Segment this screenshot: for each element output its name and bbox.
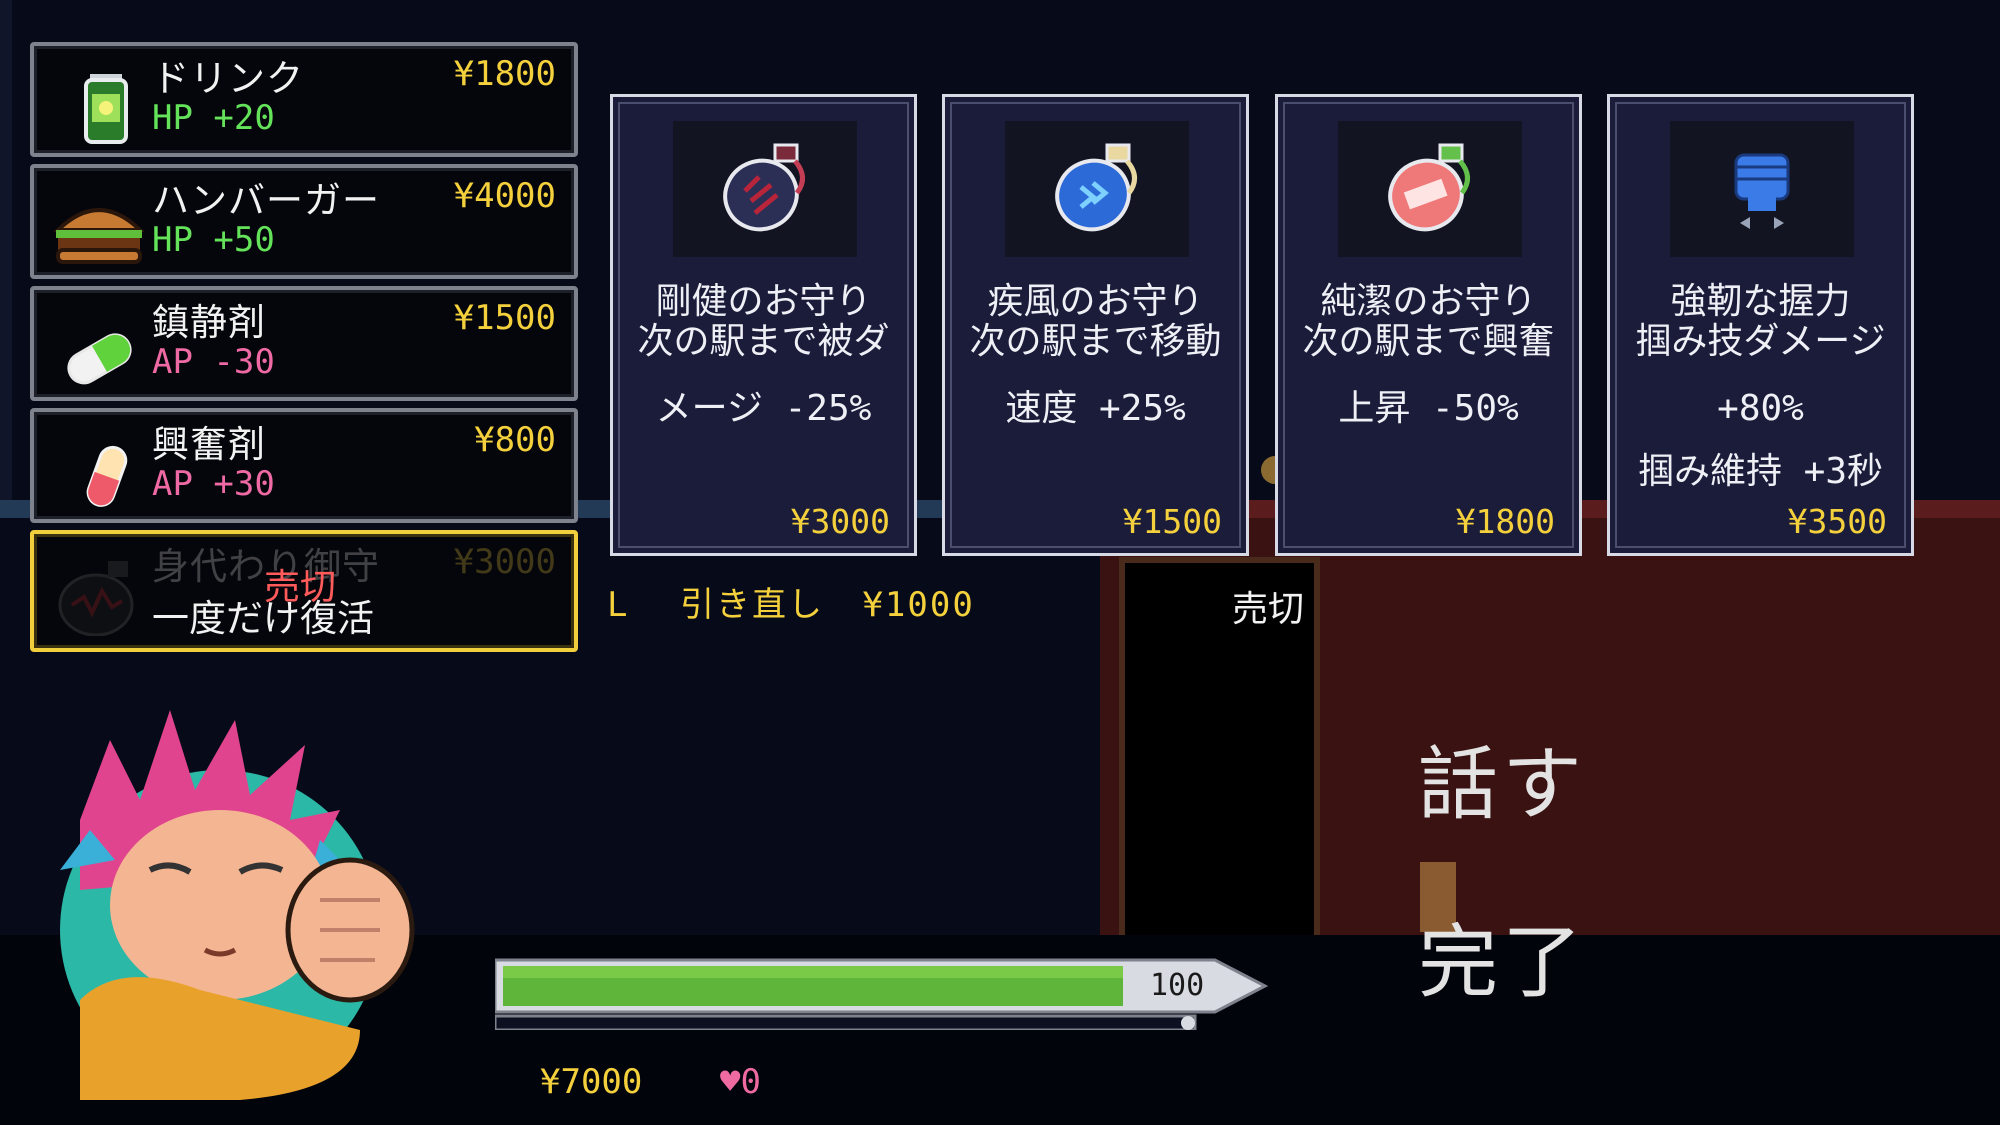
card-image-box <box>673 121 857 257</box>
reroll-price: ¥1000 <box>862 585 975 625</box>
character-portrait <box>60 710 415 1100</box>
item-effect: 一度だけ復活 <box>152 597 374 640</box>
hamburger-icon <box>53 208 145 264</box>
item-name: ハンバーガー <box>152 179 380 222</box>
charm-card-grip[interactable]: 強靭な握力 掴み技ダメージ +80% 掴み維持 +3秒 ¥3500 <box>1607 94 1914 556</box>
shop-item-sedative[interactable]: 鎮静剤 ¥1500 AP -30 <box>30 286 578 401</box>
charm-card-purity[interactable]: 純潔のお守り 次の駅まで興奮 上昇 -50% ¥1800 <box>1275 94 1582 556</box>
card-image-box <box>1670 121 1854 257</box>
card-desc-line: +80% <box>1717 388 1804 429</box>
green-pill-icon <box>67 333 132 385</box>
card-title: 剛健のお守り <box>655 281 872 322</box>
sold-out-label: 売切 <box>1232 589 1305 630</box>
heart-counter: ♥0 <box>720 1062 761 1102</box>
card-title: 純潔のお守り <box>1320 281 1537 322</box>
item-name: 鎮静剤 <box>152 301 266 344</box>
shop-item-hamburger[interactable]: ハンバーガー ¥4000 HP +50 <box>30 164 578 279</box>
blue-charm-bag-icon <box>1055 143 1137 232</box>
item-price: ¥3000 <box>453 542 556 582</box>
reroll-key: L <box>607 585 630 625</box>
red-pill-icon <box>86 445 128 507</box>
card-price: ¥1500 <box>1122 502 1222 541</box>
charm-bag-icon <box>58 561 134 636</box>
card-desc-line: 次の駅まで被ダ <box>637 321 890 362</box>
shop-item-drink[interactable]: ドリンク ¥1800 HP +20 <box>30 42 578 157</box>
charm-card-wind[interactable]: 疾風のお守り 次の駅まで移動 速度 +25% ¥1500 <box>942 94 1249 556</box>
reroll-button[interactable]: L 引き直し ¥1000 <box>607 577 975 626</box>
card-image-box <box>1005 121 1189 257</box>
item-price: ¥1800 <box>453 54 556 94</box>
money-counter: ¥7000 <box>540 1062 643 1102</box>
pink-charm-bag-icon <box>1388 143 1470 232</box>
card-image-box <box>1338 121 1522 257</box>
item-name: 興奮剤 <box>152 423 266 466</box>
card-desc-line: 次の駅まで移動 <box>969 321 1222 362</box>
item-effect: HP +50 <box>152 220 275 260</box>
heart-icon: ♥ <box>720 1062 741 1102</box>
card-desc-line: 掴み維持 +3秒 <box>1637 451 1884 492</box>
card-desc-line: メージ -25% <box>655 388 872 429</box>
menu-talk[interactable]: 話す <box>1418 720 1586 836</box>
card-title: 疾風のお守り <box>987 281 1204 322</box>
card-price: ¥3500 <box>1787 502 1887 541</box>
item-effect: AP -30 <box>152 342 275 382</box>
item-effect: AP +30 <box>152 464 275 504</box>
card-desc-line: 掴み技ダメージ <box>1635 321 1886 362</box>
reroll-label: 引き直し <box>679 585 824 625</box>
item-price: ¥4000 <box>453 176 556 216</box>
card-desc-line: 上昇 -50% <box>1338 388 1519 429</box>
card-price: ¥3000 <box>790 502 890 541</box>
card-desc-line: 速度 +25% <box>1005 388 1186 429</box>
card-desc-line: 次の駅まで興奮 <box>1302 321 1555 362</box>
card-price: ¥1800 <box>1455 502 1555 541</box>
item-name: ドリンク <box>152 57 304 100</box>
red-charm-bag-icon <box>723 143 805 232</box>
card-title: 強靭な握力 <box>1670 281 1851 322</box>
hp-value: 100 <box>1150 968 1205 1003</box>
item-effect: HP +20 <box>152 98 275 138</box>
item-price: ¥800 <box>474 420 556 460</box>
menu-done[interactable]: 完了 <box>1418 898 1586 1014</box>
item-price: ¥1500 <box>453 298 556 338</box>
shop-item-substitute-charm[interactable]: 身代わり御守 ¥3000 売切 一度だけ復活 <box>30 530 578 652</box>
shop-item-stimulant[interactable]: 興奮剤 ¥800 AP +30 <box>30 408 578 523</box>
charm-card-strength[interactable]: 剛健のお守り 次の駅まで被ダ メージ -25% ¥3000 <box>610 94 917 556</box>
fist-icon <box>1734 153 1790 229</box>
drink-can-icon <box>84 74 128 144</box>
